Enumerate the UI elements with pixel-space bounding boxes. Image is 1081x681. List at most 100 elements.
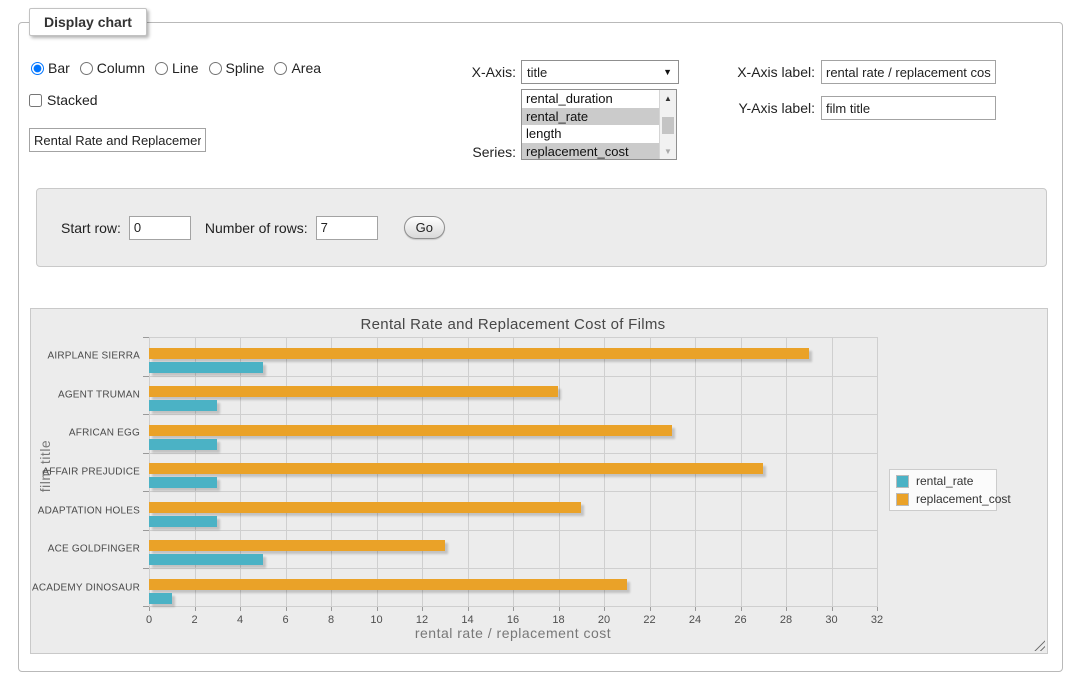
category-label: ACE GOLDFINGER (48, 544, 140, 555)
y-axis-label-row: Y-Axis label: (729, 96, 996, 120)
radio-area-label: Area (291, 60, 321, 76)
y-axis-label-input[interactable] (821, 96, 996, 120)
x-axis-label-input[interactable] (821, 60, 996, 84)
go-button[interactable]: Go (404, 216, 445, 239)
chart-container: Rental Rate and Replacement Cost of Film… (30, 308, 1048, 654)
x-axis-row: X-Axis: title ▼ (449, 60, 679, 84)
chart-bar-replacement_cost (149, 579, 627, 590)
legend-swatch (896, 475, 909, 488)
chart-legend: rental_rate replacement_cost (889, 469, 997, 511)
radio-bar-input[interactable] (31, 62, 44, 75)
chart-bar-replacement_cost (149, 540, 445, 551)
radio-line-input[interactable] (155, 62, 168, 75)
display-chart-panel: Display chart Bar Column Line Spline Are… (18, 8, 1063, 672)
x-axis-tick (286, 607, 287, 611)
chart-category-row: ACADEMY DINOSAUR (149, 568, 877, 607)
stacked-checkbox[interactable] (29, 94, 42, 107)
radio-bar[interactable]: Bar (31, 60, 70, 76)
series-row: Series: rental_durationrental_ratelength… (449, 89, 677, 160)
num-rows-input[interactable] (316, 216, 378, 240)
legend-item: replacement_cost (896, 492, 990, 506)
grid-line-vertical (877, 337, 878, 607)
series-option[interactable]: replacement_cost (522, 143, 659, 161)
chart-title: Rental Rate and Replacement Cost of Film… (149, 316, 877, 333)
x-axis-tick (741, 607, 742, 611)
series-option[interactable]: rental_rate (522, 108, 659, 126)
legend-swatch (896, 493, 909, 506)
x-axis-tick (832, 607, 833, 611)
x-axis-tick (377, 607, 378, 611)
panel-title: Display chart (29, 8, 147, 36)
radio-spline-input[interactable] (209, 62, 222, 75)
legend-item: rental_rate (896, 474, 990, 488)
chart-bar-rental_rate (149, 400, 217, 411)
x-axis-tick (604, 607, 605, 611)
x-axis-title: rental rate / replacement cost (149, 625, 877, 641)
radio-area[interactable]: Area (274, 60, 321, 76)
scrollbar-thumb[interactable] (662, 117, 674, 134)
chart-bar-replacement_cost (149, 386, 558, 397)
series-label: Series: (449, 144, 521, 160)
chart-bar-replacement_cost (149, 425, 672, 436)
series-option[interactable]: rental_duration (522, 90, 659, 108)
chart-bar-replacement_cost (149, 348, 809, 359)
chevron-down-icon: ▼ (663, 67, 672, 77)
radio-spline-label: Spline (226, 60, 265, 76)
y-axis-label-label: Y-Axis label: (729, 100, 821, 116)
start-row-label: Start row: (61, 220, 121, 236)
chart-category-row: AGENT TRUMAN (149, 376, 877, 415)
series-option[interactable]: length (522, 125, 659, 143)
resize-grip-icon[interactable] (1034, 640, 1045, 651)
x-axis-tick (422, 607, 423, 611)
radio-spline[interactable]: Spline (209, 60, 265, 76)
stacked-label[interactable]: Stacked (47, 92, 98, 108)
radio-bar-label: Bar (48, 60, 70, 76)
chart-category-row: AFRICAN EGG (149, 414, 877, 453)
radio-line[interactable]: Line (155, 60, 198, 76)
category-label: ADAPTATION HOLES (38, 505, 140, 516)
x-axis-label-row: X-Axis label: (729, 60, 996, 84)
category-label: AGENT TRUMAN (58, 389, 140, 400)
legend-label: rental_rate (916, 474, 973, 488)
chart-bar-rental_rate (149, 477, 217, 488)
chart-bar-replacement_cost (149, 502, 581, 513)
x-axis-tick (240, 607, 241, 611)
chart-bar-rental_rate (149, 439, 217, 450)
radio-column-input[interactable] (80, 62, 93, 75)
chart-title-input[interactable] (29, 128, 206, 152)
category-label: AIRPLANE SIERRA (48, 351, 140, 362)
radio-area-input[interactable] (274, 62, 287, 75)
scroll-down-icon[interactable]: ▼ (660, 143, 676, 159)
x-axis-tick (513, 607, 514, 611)
series-scrollbar[interactable]: ▲ ▼ (659, 90, 676, 159)
x-axis-select[interactable]: title ▼ (521, 60, 679, 84)
legend-label: replacement_cost (916, 492, 1011, 506)
x-axis-tick (559, 607, 560, 611)
plot-area: 02468101214161820222426283032AIRPLANE SI… (149, 337, 877, 607)
scroll-up-icon[interactable]: ▲ (660, 90, 676, 106)
radio-line-label: Line (172, 60, 198, 76)
x-axis-selected-value: title (527, 65, 547, 80)
chart-category-row: ACE GOLDFINGER (149, 530, 877, 569)
x-axis-tick (877, 607, 878, 611)
chart-category-row: AFFAIR PREJUDICE (149, 453, 877, 492)
x-axis-tick (650, 607, 651, 611)
start-row-input[interactable] (129, 216, 191, 240)
x-axis-tick (468, 607, 469, 611)
chart-bar-rental_rate (149, 516, 217, 527)
category-label: AFFAIR PREJUDICE (42, 466, 140, 477)
chart-bar-rental_rate (149, 362, 263, 373)
series-options: rental_durationrental_ratelengthreplacem… (522, 90, 659, 160)
series-listbox[interactable]: rental_durationrental_ratelengthreplacem… (521, 89, 677, 160)
chart-category-row: AIRPLANE SIERRA (149, 337, 877, 376)
x-axis-label-label: X-Axis label: (729, 64, 821, 80)
chart-category-row: ADAPTATION HOLES (149, 491, 877, 530)
x-axis-tick (786, 607, 787, 611)
x-axis-tick (331, 607, 332, 611)
radio-column-label: Column (97, 60, 145, 76)
chart-bar-replacement_cost (149, 463, 763, 474)
radio-column[interactable]: Column (80, 60, 145, 76)
x-axis-tick (149, 607, 150, 611)
x-axis-tick (695, 607, 696, 611)
chart-bar-rental_rate (149, 593, 172, 604)
